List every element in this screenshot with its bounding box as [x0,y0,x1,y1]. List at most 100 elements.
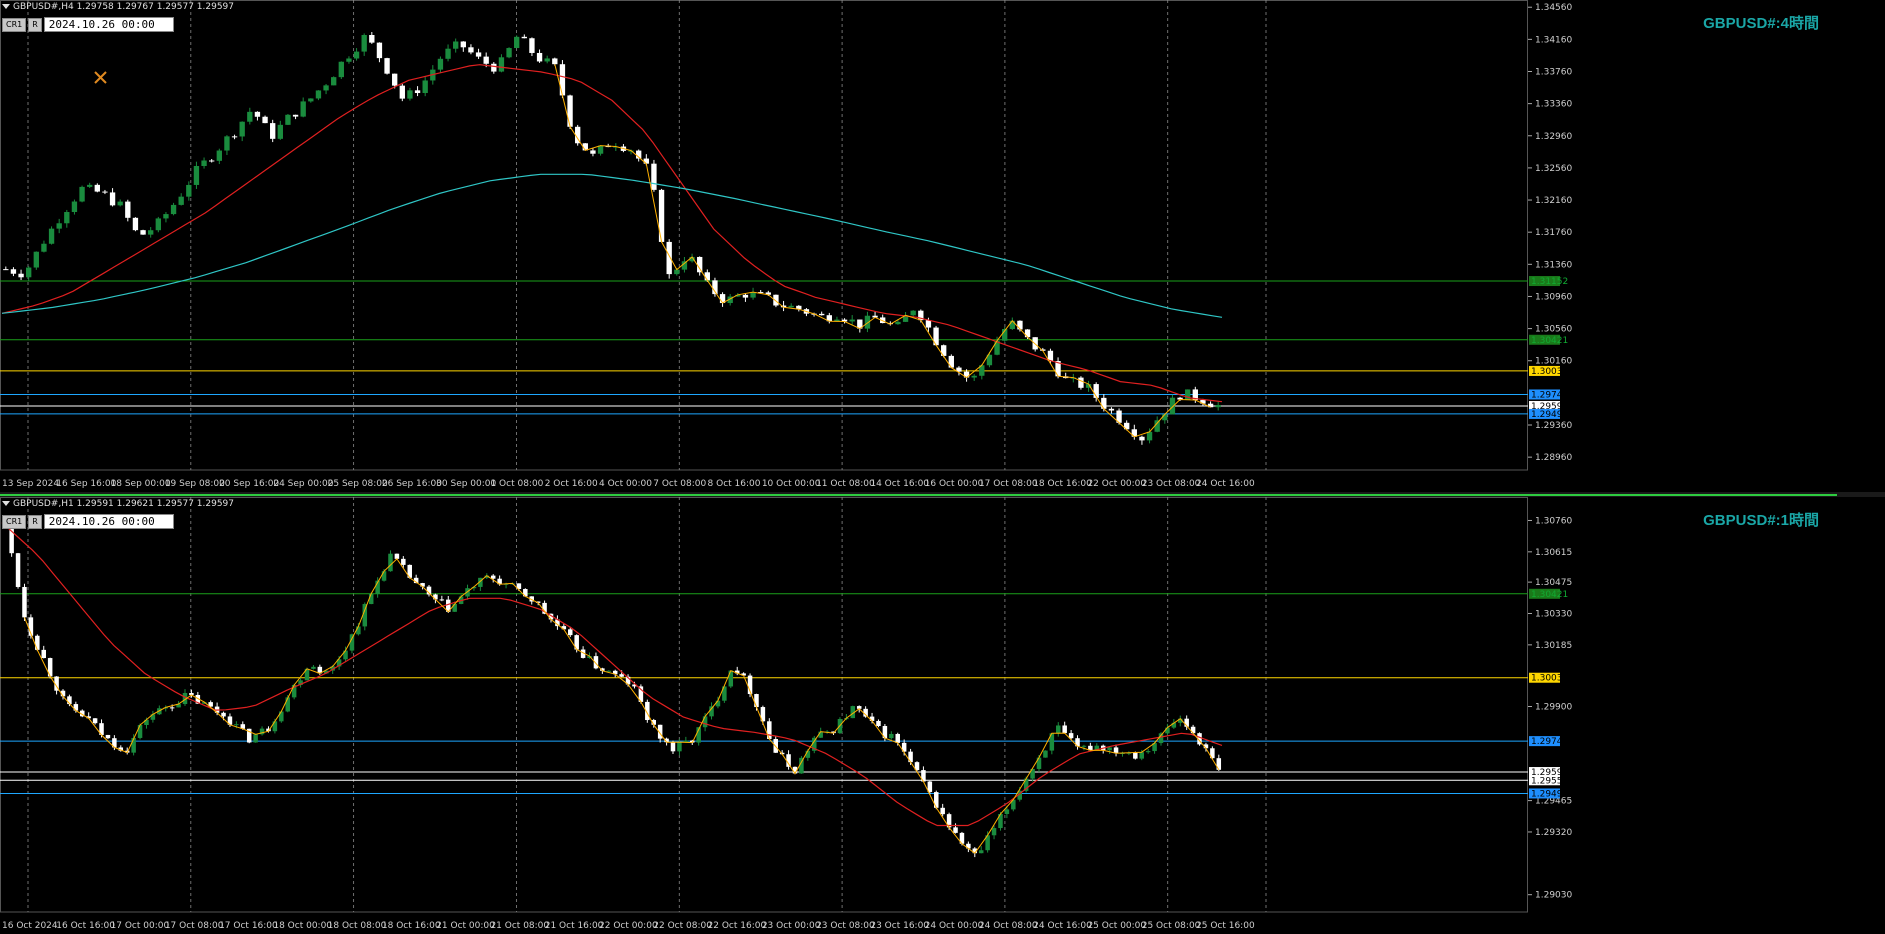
collapse-triangle-icon[interactable] [2,501,10,506]
candle-body [971,375,977,378]
candle-body [491,63,497,72]
candle-body [552,58,558,65]
candle-body [1139,436,1145,441]
y-tick-label: 1.33360 [1535,100,1572,110]
x-tick-label: 8 Oct 16:00 [708,479,761,489]
candle-body [1165,727,1170,734]
h4-symbol-header: GBPUSD#,H4 1.29758 1.29767 1.29577 1.295… [2,2,234,13]
x-tick-label: 26 Sep 16:00 [382,479,442,489]
cr1-button[interactable]: CR1 [2,514,27,529]
candle-body [674,269,680,275]
date-input[interactable]: 2024.10.26 00:00 [43,17,174,32]
candle-body [163,214,169,219]
candle-body [64,212,70,224]
candle-body [590,150,596,154]
x-tick-label: 24 Oct 08:00 [979,921,1038,931]
tool-cursor-icon [94,71,107,84]
y-tick-label: 1.32560 [1535,164,1572,174]
x-tick-label: 25 Oct 00:00 [1087,921,1146,931]
x-tick-label: 23 Oct 00:00 [762,921,821,931]
y-tick-label: 1.31360 [1535,260,1572,270]
candle-body [285,697,290,712]
date-input[interactable]: 2024.10.26 00:00 [43,514,174,529]
candle-body [117,201,123,206]
x-tick-label: 24 Oct 16:00 [1033,921,1092,931]
price-tag-label: 1.30033 [1531,674,1568,684]
candle-body [445,48,451,59]
x-tick-label: 17 Oct 00:00 [111,921,170,931]
x-tick-label: 21 Oct 08:00 [490,921,549,931]
candle-body [331,77,337,86]
candle-body [568,629,573,636]
h4-chart-pane[interactable]: 13 Sep 2024 16 Sep 16:00 18 Sep 00:00 19 Se… [0,0,1885,492]
candle-body [178,196,184,205]
candle-body [704,272,710,281]
candle-body [132,217,139,231]
h1-chart-canvas[interactable]: 16 Oct 202416 Oct 16:0017 Oct 00:0017 Oc… [0,497,1885,934]
candle-body [35,635,40,650]
x-tick-label: 24 Sep 00:00 [273,479,333,489]
candle-body [1078,377,1084,388]
x-tick-label: 13 Sep 2024 [2,479,59,489]
price-tag-label: 1.29498 [1531,789,1568,799]
candle-body [170,204,177,215]
r-button[interactable]: R [28,514,42,529]
candle-body [468,47,474,53]
candle-body [346,58,352,62]
candle-body [277,124,283,139]
candle-body [300,101,306,117]
candle-body [437,58,444,70]
candle-body [1056,725,1061,734]
candle-body [1154,420,1160,432]
cr1-button[interactable]: CR1 [2,17,27,32]
candle-body [285,114,291,125]
candle-body [323,85,329,91]
x-tick-label: 25 Sep 08:00 [328,479,388,489]
red-moving-average [1,64,1223,403]
candle-body [498,57,505,72]
candle-body [1081,745,1087,747]
price-tag-label: 1.29740 [1531,390,1568,400]
candle-body [193,166,200,185]
candle-body [394,553,400,559]
x-tick-label: 11 Oct 08:00 [816,479,875,489]
candle-body [48,228,55,244]
candle-body [948,355,954,368]
candle-body [22,586,27,618]
separator-grip[interactable] [0,494,1837,496]
h4-toolbar: CR1 R 2024.10.26 00:00 [2,17,174,32]
candle-body [33,251,39,268]
candle-body [234,724,239,726]
candle-body [876,720,881,727]
candle-body [895,733,900,743]
candle-body [221,712,226,717]
candle-body [1032,337,1038,350]
candle-body [1009,320,1015,330]
y-tick-label: 1.29030 [1535,891,1572,901]
candle-body [978,850,984,854]
x-tick-label: 17 Oct 08:00 [979,479,1038,489]
candle-body [109,192,116,206]
candle-body [140,230,146,235]
h1-chart-pane[interactable]: 16 Oct 2024 16 Oct 16:00 17 Oct 00:00 17 Oc… [0,497,1885,934]
h4-chart-canvas[interactable]: 13 Sep 202416 Sep 16:0018 Sep 00:0019 Se… [0,0,1885,492]
x-tick-label: 22 Oct 16:00 [708,921,767,931]
candle-body [788,305,794,308]
y-tick-label: 1.33760 [1535,67,1572,77]
x-tick-label: 19 Sep 08:00 [165,479,225,489]
candle-body [292,114,299,117]
x-tick-label: 18 Oct 00:00 [273,921,332,931]
r-button[interactable]: R [28,17,42,32]
zigzag-line [554,64,1211,438]
candle-body [643,158,649,164]
candle-body [597,145,604,154]
candle-body [1017,320,1023,330]
candle-body [407,90,413,99]
collapse-triangle-icon[interactable] [2,4,10,9]
candle-body [3,269,9,271]
candle-body [131,737,136,753]
candle-body [311,666,316,669]
candle-body [41,649,46,659]
x-tick-label: 22 Oct 00:00 [1087,479,1146,489]
x-tick-label: 18 Oct 16:00 [382,921,441,931]
